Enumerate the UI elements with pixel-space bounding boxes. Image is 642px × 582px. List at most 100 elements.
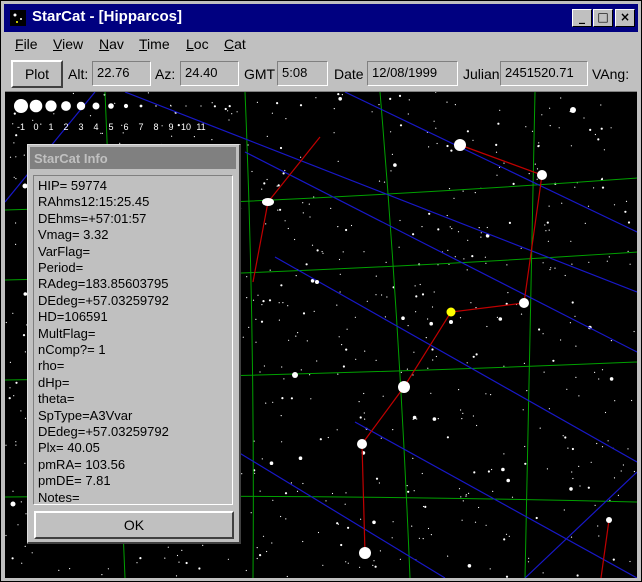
star	[531, 130, 534, 132]
star	[375, 477, 379, 480]
info-title[interactable]: StarCat Info	[30, 147, 236, 169]
star	[338, 336, 340, 338]
star	[522, 409, 524, 411]
star	[503, 365, 505, 367]
star	[364, 418, 366, 420]
star	[228, 105, 231, 108]
minimize-button[interactable]: _	[572, 9, 592, 27]
star	[337, 93, 340, 96]
magnitude-dot	[155, 105, 157, 107]
star	[224, 107, 227, 111]
title-bar[interactable]: StarCat - [Hipparcos] _ □ ×	[4, 4, 638, 32]
star	[407, 113, 409, 115]
star	[288, 339, 290, 341]
star	[600, 104, 602, 106]
info-line: HIP= 59774	[38, 178, 108, 193]
star	[375, 294, 377, 296]
star	[364, 350, 366, 352]
starcat-window: StarCat - [Hipparcos] _ □ × File View Na…	[0, 0, 642, 582]
star	[406, 368, 408, 370]
selected-star[interactable]	[446, 307, 456, 317]
star	[147, 92, 149, 94]
close-button[interactable]: ×	[615, 9, 635, 27]
star	[282, 302, 284, 304]
menu-view[interactable]: View	[53, 36, 83, 52]
gmt-field[interactable]: 5:08	[277, 61, 328, 86]
julian-field[interactable]: 2451520.71	[500, 61, 588, 86]
star	[280, 415, 282, 417]
star	[446, 436, 449, 439]
star	[122, 132, 124, 134]
magnitude-label: 1	[48, 122, 53, 132]
star	[601, 446, 604, 448]
star	[435, 127, 437, 129]
star	[161, 125, 163, 127]
info-list[interactable]: HIP= 59774 RAhms12:15:25.45 DEhms=+57:01:5…	[33, 175, 233, 505]
star	[598, 535, 600, 537]
star	[425, 337, 427, 339]
star	[527, 561, 530, 563]
az-field[interactable]: 24.40	[180, 61, 239, 86]
menu-cat[interactable]: Cat	[224, 36, 246, 52]
star	[633, 330, 635, 333]
plot-button[interactable]: Plot	[11, 60, 63, 88]
alt-field[interactable]: 22.76	[92, 61, 151, 86]
star	[15, 243, 17, 245]
date-field[interactable]: 12/08/1999	[367, 61, 458, 86]
star	[213, 105, 216, 108]
star	[358, 401, 360, 403]
menu-loc[interactable]: Loc	[186, 36, 209, 52]
info-line: DEdeg=+57.03259792	[38, 424, 169, 439]
star	[629, 560, 631, 563]
star	[590, 461, 592, 463]
maximize-button[interactable]: □	[593, 9, 613, 27]
star	[460, 409, 462, 411]
sky-chart[interactable]: -1 0 1 2 3 4 5 6 7 8 9 10 11 StarCat Info HIP= 59774…	[5, 91, 637, 578]
star	[265, 402, 267, 404]
star	[286, 575, 288, 578]
star	[548, 229, 550, 231]
star	[101, 574, 103, 576]
star	[391, 537, 393, 539]
star	[5, 444, 7, 446]
star	[242, 336, 244, 338]
star	[539, 427, 541, 429]
star	[341, 94, 343, 96]
star	[262, 300, 265, 303]
menu-file[interactable]: File	[15, 36, 38, 52]
star	[554, 267, 556, 269]
star	[211, 139, 213, 141]
star	[313, 310, 315, 312]
menu-time[interactable]: Time	[139, 36, 170, 52]
star	[583, 117, 585, 119]
star	[421, 472, 423, 475]
star	[382, 395, 384, 397]
menu-nav[interactable]: Nav	[99, 36, 124, 52]
star	[546, 468, 549, 470]
star	[308, 203, 310, 205]
star	[302, 312, 306, 315]
star	[601, 186, 605, 189]
star	[15, 178, 17, 180]
star	[433, 291, 435, 293]
ok-button[interactable]: OK	[34, 511, 234, 539]
star	[342, 251, 344, 253]
magnitude-dot	[61, 101, 71, 111]
star	[561, 202, 563, 204]
star	[467, 564, 472, 568]
star	[9, 156, 12, 158]
star	[378, 482, 380, 484]
star	[600, 127, 603, 130]
magnitude-label: 8	[153, 122, 158, 132]
star	[406, 485, 408, 487]
magnitude-dot	[200, 105, 202, 107]
star	[337, 373, 339, 375]
star	[198, 567, 201, 570]
star	[547, 240, 550, 242]
star	[354, 316, 356, 318]
star	[12, 490, 14, 492]
star	[622, 464, 625, 466]
star	[465, 494, 467, 496]
magnitude-label: 6	[123, 122, 128, 132]
star	[22, 334, 26, 337]
